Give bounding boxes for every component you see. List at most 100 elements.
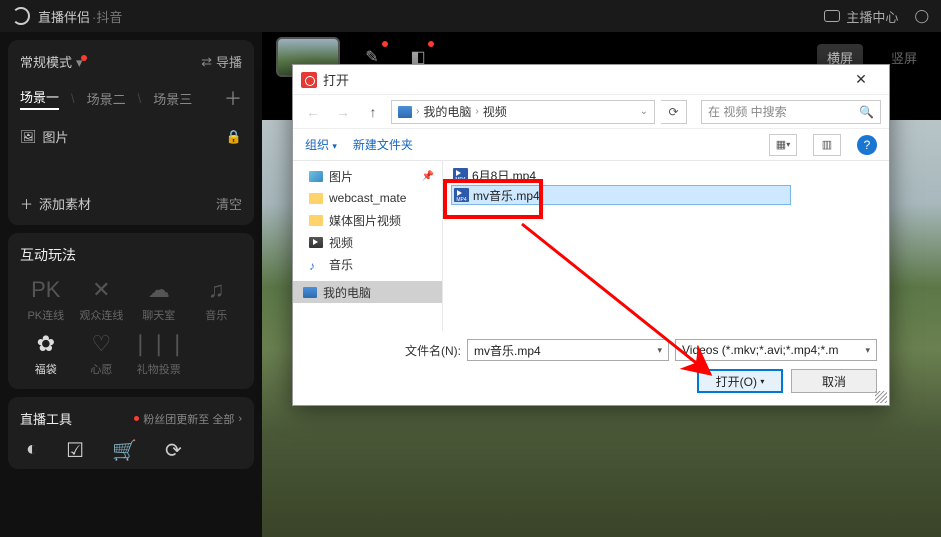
music-icon: ♫ [190,277,242,303]
lock-icon[interactable]: 🔒 [226,129,242,145]
tool-icon-2[interactable]: ☑ [66,438,84,463]
link-icon: ✕ [76,277,128,303]
folder-tree: 图片📌 webcast_mate 媒体图片视频 视频 ♪音乐 我的电脑 [293,161,443,331]
tools-title: 直播工具 [20,409,72,428]
add-scene-button[interactable]: ＋ [224,85,242,111]
plus-icon: ＋ [20,194,33,213]
videos-icon [309,237,323,248]
headset-icon[interactable]: ◯ [914,8,929,24]
app-subname: ·抖音 [92,7,122,26]
organize-menu[interactable]: 组织 ▾ [305,136,337,153]
tree-node-videos[interactable]: 视频 [293,231,442,253]
new-folder-button[interactable]: 新建文件夹 [353,136,413,153]
scene-card: 常规模式▾ 导播 场景一 \ 场景二 \ 场景三 ＋ 🖼 图片 🔒 ＋ 添加素材 [8,40,254,225]
image-icon: 🖼 [20,129,37,145]
notification-dot-icon [81,55,87,61]
clear-button[interactable]: 清空 [216,194,242,213]
app-topbar: 直播伴侣 ·抖音 主播中心 ◯ [0,0,941,32]
tree-node-webcast[interactable]: webcast_mate [293,187,442,209]
tools-card: 直播工具 粉丝团更新至 全部 › ◐ ☑ 🛒 ⟳ [8,397,254,469]
scene-tabs: 场景一 \ 场景二 \ 场景三 ＋ [20,85,242,111]
mode-label: 常规模式 [20,55,72,70]
tree-node-music[interactable]: ♪音乐 [293,253,442,275]
pin-icon: 📌 [422,171,434,182]
interact-luckybag[interactable]: ✿福袋 [20,331,72,377]
image-layer[interactable]: 🖼 图片 [20,127,69,146]
file-row-selected[interactable]: mv音乐.mp4 [451,185,791,205]
interact-pk[interactable]: PKPK连线 [20,277,72,323]
tools-update-link[interactable]: 粉丝团更新至 全部 › [134,411,242,427]
preview-pane-button[interactable]: ▥ [813,134,841,156]
nav-up-button[interactable]: ↑ [361,100,385,124]
search-input[interactable]: 在 视频 中搜索 🔍 [701,100,881,124]
dialog-titlebar: 打开 ✕ [293,65,889,95]
host-center-button[interactable]: 主播中心 [824,7,898,26]
interact-giftvote[interactable]: ❘❘❘礼物投票 [131,331,186,377]
resize-grip[interactable] [875,391,887,403]
file-list[interactable]: 6月8日.mp4 mv音乐.mp4 [443,161,889,331]
file-open-dialog: 打开 ✕ ← → ↑ › 我的电脑 › 视频 ⌄ ⟳ 在 视频 中搜索 🔍 组织… [292,64,890,406]
chevron-down-icon[interactable]: ▾ [657,345,662,356]
tool-icon-3[interactable]: 🛒 [112,438,137,463]
refresh-button[interactable]: ⟳ [661,100,687,124]
notification-dot-icon [382,41,388,47]
pictures-icon [309,171,323,182]
dialog-nav: ← → ↑ › 我的电脑 › 视频 ⌄ ⟳ 在 视频 中搜索 🔍 [293,95,889,129]
dialog-toolbar: 组织 ▾ 新建文件夹 ▦ ▾ ▥ ? [293,129,889,161]
search-placeholder: 在 视频 中搜索 [708,103,787,120]
host-center-label: 主播中心 [846,7,898,26]
mode-selector[interactable]: 常规模式▾ [20,52,89,71]
app-name: 直播伴侣 [38,7,90,26]
interact-music[interactable]: ♫音乐 [190,277,242,323]
chevron-down-icon[interactable]: ⌄ [640,106,648,117]
breadcrumb[interactable]: › 我的电脑 › 视频 ⌄ [391,100,655,124]
tree-node-media[interactable]: 媒体图片视频 [293,209,442,231]
tree-node-mypc[interactable]: 我的电脑 [293,281,442,303]
nav-forward-button[interactable]: → [331,100,355,124]
file-row[interactable]: 6月8日.mp4 [451,165,791,185]
pc-icon [303,287,317,298]
interact-audience[interactable]: ✕观众连线 [76,277,128,323]
monitor-icon [824,10,840,22]
image-label: 图片 [43,127,69,146]
music-icon: ♪ [309,259,323,270]
crumb-pc[interactable]: 我的电脑 [423,103,471,120]
tool-icon-4[interactable]: ⟳ [165,438,182,463]
scene-tab-3[interactable]: 场景三 [153,89,192,108]
view-mode-button[interactable]: ▦ ▾ [769,134,797,156]
open-button[interactable]: 打开(O) ▾ [697,369,783,393]
dialog-footer: 文件名(N): mv音乐.mp4 ▾ Videos (*.mkv;*.avi;*… [293,331,889,405]
notification-dot-icon [134,416,139,421]
interact-wish[interactable]: ♡心愿 [76,331,128,377]
pc-icon [398,106,412,118]
filename-input[interactable]: mv音乐.mp4 ▾ [467,339,669,361]
bag-icon: ✿ [20,331,72,357]
help-button[interactable]: ? [857,135,877,155]
mp4-icon [454,188,469,202]
notification-dot-icon [428,41,434,47]
chevron-down-icon[interactable]: ▾ [865,345,870,356]
app-icon [301,72,317,88]
add-material-label: 添加素材 [39,194,91,213]
search-icon: 🔍 [859,105,874,119]
tree-node-pictures[interactable]: 图片📌 [293,165,442,187]
pk-icon: PK [20,277,72,303]
scene-tab-1[interactable]: 场景一 [20,87,59,110]
folder-icon [309,193,323,204]
filetype-select[interactable]: Videos (*.mkv;*.avi;*.mp4;*.m ▾ [675,339,877,361]
interact-title: 互动玩法 [20,245,242,265]
add-material-button[interactable]: ＋ 添加素材 [20,194,91,213]
chevron-right-icon: › [238,413,242,425]
guide-button[interactable]: 导播 [201,52,242,71]
tool-icon-1[interactable]: ◐ [26,438,38,463]
cancel-button[interactable]: 取消 [791,369,877,393]
nav-back-button[interactable]: ← [301,100,325,124]
guide-label: 导播 [216,52,242,71]
crumb-folder[interactable]: 视频 [483,103,507,120]
interact-card: 互动玩法 PKPK连线 ✕观众连线 ☁聊天室 ♫音乐 ✿福袋 ♡心愿 ❘❘❘礼物… [8,233,254,389]
scene-tab-2[interactable]: 场景二 [87,89,126,108]
interact-chatroom[interactable]: ☁聊天室 [131,277,186,323]
mp4-icon [453,168,468,182]
heart-icon: ♡ [76,331,128,357]
close-button[interactable]: ✕ [841,71,881,88]
